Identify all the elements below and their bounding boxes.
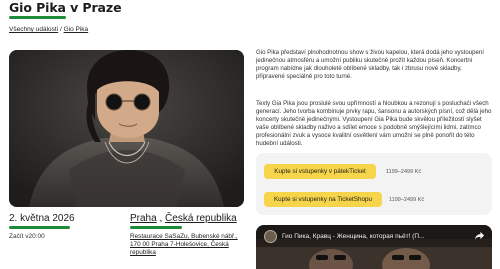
video-embed[interactable]: Гио Пика, Кравц - Женщина, которая пьёт!… — [256, 225, 492, 269]
video-title[interactable]: Гио Пика, Кравц - Женщина, которая пьёт!… — [282, 233, 457, 240]
title-underline — [9, 16, 66, 19]
ticket-price-ticketshop: 1199–2499 Kč — [389, 197, 425, 203]
event-hero-image — [9, 50, 244, 207]
location-separator: , — [156, 213, 166, 224]
channel-avatar[interactable] — [264, 230, 277, 243]
location-underline — [130, 226, 182, 229]
description-paragraph-2: Texty Gia Pika jsou proslulé svou upřímn… — [256, 100, 492, 147]
event-location[interactable]: Praha , Česká republika — [130, 213, 237, 224]
event-start-time: Začít v20:00 — [9, 233, 45, 240]
event-date: 2. května 2026 — [9, 213, 75, 224]
event-country[interactable]: Česká republika — [165, 213, 237, 224]
share-icon[interactable] — [474, 230, 485, 241]
breadcrumb: Všechny události / Gio Pika — [9, 26, 88, 33]
tickets-panel: Kupte si vstupenky v pátekTicket 1199–24… — [256, 153, 492, 215]
date-underline — [9, 226, 70, 229]
buy-tickets-patekticket-button[interactable]: Kupte si vstupenky v pátekTicket — [264, 164, 376, 179]
buy-tickets-ticketshop-button[interactable]: Kupte si vstupenky na TicketShopu — [264, 192, 382, 207]
ticket-price-patekticket: 1199–2499 Kč — [386, 169, 422, 175]
page-title: Gio Pika v Praze — [9, 0, 122, 15]
description-paragraph-1: Gio Pika představí plnohodnotnou show s … — [256, 49, 484, 80]
breadcrumb-current-link[interactable]: Gio Pika — [64, 26, 89, 33]
event-address-link[interactable]: Restaurace SaSaZu, Bubenské nábř., 170 0… — [130, 233, 250, 257]
breadcrumb-all-events-link[interactable]: Všechny události — [9, 26, 58, 33]
event-city[interactable]: Praha — [130, 213, 157, 224]
